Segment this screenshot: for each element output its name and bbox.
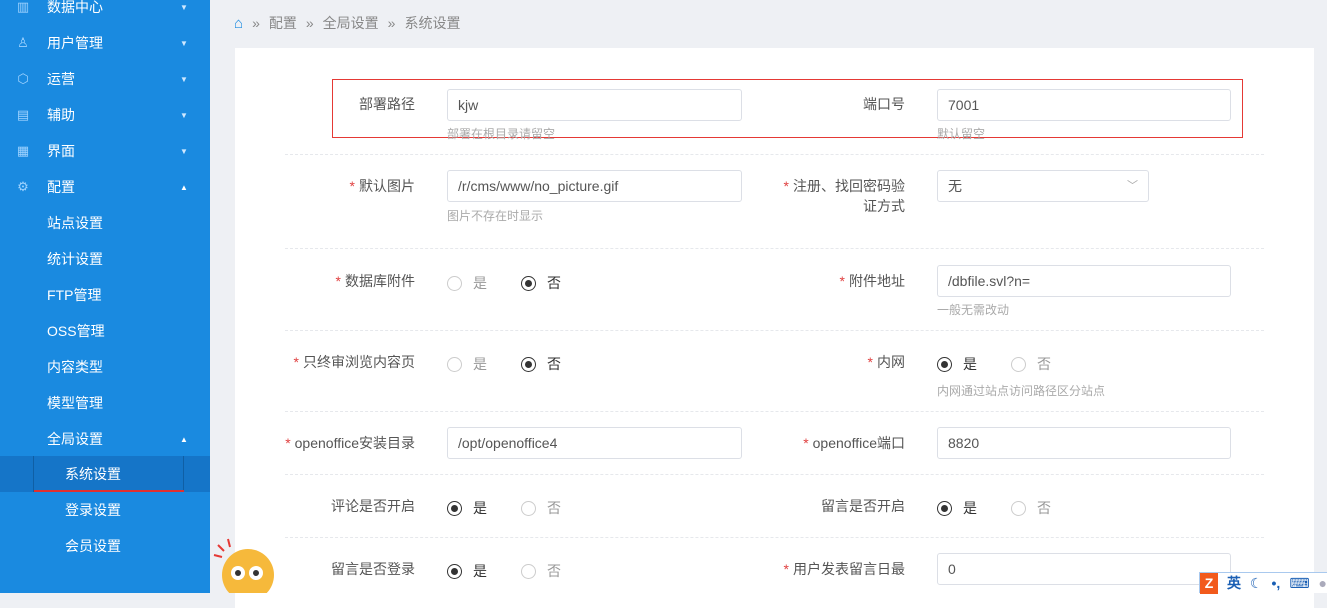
chevron-down-icon: ▼	[180, 110, 188, 120]
chart-icon: ▥	[16, 0, 30, 14]
breadcrumb-item: 系统设置	[404, 15, 461, 31]
attach-url-label: * 附件地址	[839, 273, 905, 289]
gear-icon: ⚙	[17, 179, 29, 194]
default-image-hint: 图片不存在时显示	[447, 209, 544, 223]
intranet-hint: 内网通过站点访问路径区分站点	[937, 384, 1106, 398]
final-review-no-radio[interactable]: 否	[521, 354, 561, 374]
chevron-double-right-icon: »	[305, 15, 314, 31]
chevron-double-right-icon: »	[387, 15, 396, 31]
comment-open-no-radio[interactable]: 否	[521, 498, 561, 518]
settings-form: 部署路径 kjw 部署在根目录请留空 端口号 7001 默认留空 * 默认图片 /…	[235, 48, 1314, 608]
msg-open-label: 留言是否开启	[821, 498, 905, 514]
breadcrumb-item[interactable]: 配置	[269, 13, 297, 33]
oo-port-label: * openoffice端口	[803, 435, 905, 451]
msg-daily-label: * 用户发表留言日最	[783, 561, 905, 577]
ime-mode[interactable]: 英	[1227, 573, 1241, 593]
sidebar-item-site-settings[interactable]: 站点设置	[0, 205, 210, 241]
sidebar-item-models[interactable]: 模型管理	[0, 385, 210, 421]
sidebar-item-system-settings[interactable]: 系统设置	[0, 456, 210, 492]
intranet-no-radio[interactable]: 否	[1011, 354, 1051, 374]
port-input[interactable]: 7001	[937, 89, 1231, 121]
sidebar-item-ftp[interactable]: FTP管理	[0, 277, 210, 313]
chevron-up-icon: ▲	[180, 434, 188, 444]
sidebar-item-operations[interactable]: ⬡ 运营 ▼	[0, 61, 210, 97]
attach-url-hint: 一般无需改动	[937, 303, 1010, 317]
sidebar-item-interface[interactable]: ▦ 界面 ▼	[0, 133, 210, 169]
chevron-double-right-icon: »	[252, 15, 260, 31]
chevron-up-icon: ▲	[180, 182, 188, 192]
port-label: 端口号	[863, 96, 905, 112]
chevron-down-icon: ▼	[180, 38, 188, 48]
breadcrumb-item[interactable]: 全局设置	[323, 13, 379, 33]
box-icon: ▤	[16, 107, 30, 122]
breadcrumb: ⌂ » 配置 » 全局设置 » 系统设置	[234, 13, 460, 33]
chevron-down-icon: ▼	[180, 2, 188, 12]
user-icon[interactable]: ●	[1319, 575, 1327, 591]
sidebar-item-data-center[interactable]: ▥ 数据中心 ▼	[0, 0, 210, 25]
moon-icon[interactable]: ☾	[1250, 575, 1263, 592]
scrollbar-track[interactable]	[1314, 0, 1327, 593]
sidebar-item-stats-settings[interactable]: 统计设置	[0, 241, 210, 277]
db-attach-no-radio[interactable]: 否	[521, 273, 561, 293]
sidebar-item-member-settings[interactable]: 会员设置	[0, 528, 210, 564]
default-image-label: * 默认图片	[349, 178, 415, 194]
sidebar-item-oss[interactable]: OSS管理	[0, 313, 210, 349]
db-attach-yes-radio[interactable]: 是	[447, 273, 487, 293]
sidebar-item-content-types[interactable]: 内容类型	[0, 349, 210, 385]
verify-method-select[interactable]: 无 ﹀	[937, 170, 1149, 202]
port-hint: 默认留空	[937, 127, 986, 141]
sidebar-item-login-settings[interactable]: 登录设置	[0, 492, 210, 528]
oo-dir-input[interactable]: /opt/openoffice4	[447, 427, 742, 459]
sidebar-item-global-settings[interactable]: 全局设置 ▲	[0, 421, 210, 457]
final-review-label: * 只终审浏览内容页	[293, 354, 415, 370]
shield-icon: ⬡	[17, 71, 29, 86]
oo-port-input[interactable]: 8820	[937, 427, 1231, 459]
chevron-down-icon: ▼	[180, 74, 188, 84]
attach-url-input[interactable]: /dbfile.svl?n=	[937, 265, 1231, 297]
comment-open-yes-radio[interactable]: 是	[447, 498, 487, 518]
deploy-path-hint: 部署在根目录请留空	[447, 127, 556, 141]
ime-toolbar[interactable]: Z 英 ☾ •, ⌨ ●	[1199, 572, 1327, 594]
sidebar: ▥ 数据中心 ▼ ♙ 用户管理 ▼ ⬡ 运营 ▼ ▤ 辅助 ▼ ▦ 界面 ▼ ⚙ 配置 ▲ 站点设置 统…	[0, 0, 210, 593]
msg-open-yes-radio[interactable]: 是	[937, 498, 977, 518]
sidebar-item-assist[interactable]: ▤ 辅助 ▼	[0, 97, 210, 133]
sidebar-item-users[interactable]: ♙ 用户管理 ▼	[0, 25, 210, 61]
layout-icon: ▦	[16, 143, 30, 158]
sidebar-item-config[interactable]: ⚙ 配置 ▲	[0, 169, 210, 205]
punctuation-icon[interactable]: •,	[1272, 575, 1281, 591]
comment-open-label: 评论是否开启	[331, 498, 415, 514]
chevron-down-icon: ﹀	[1127, 180, 1138, 192]
chevron-down-icon: ▼	[180, 146, 188, 156]
default-image-input[interactable]: /r/cms/www/no_picture.gif	[447, 170, 742, 202]
msg-login-no-radio[interactable]: 否	[521, 561, 561, 581]
user-icon: ♙	[17, 35, 29, 50]
verify-method-label: * 注册、找回密码验 证方式	[783, 178, 905, 214]
deploy-path-label: 部署路径	[359, 96, 415, 112]
ime-logo-icon: Z	[1200, 572, 1218, 594]
deploy-path-input[interactable]: kjw	[447, 89, 742, 121]
db-attach-label: * 数据库附件	[335, 273, 415, 289]
oo-dir-label: * openoffice安装目录	[285, 435, 415, 451]
intranet-label: * 内网	[867, 354, 905, 370]
final-review-yes-radio[interactable]: 是	[447, 354, 487, 374]
keyboard-icon[interactable]: ⌨	[1289, 575, 1309, 592]
msg-open-no-radio[interactable]: 否	[1011, 498, 1051, 518]
mascot-cat-icon	[213, 538, 274, 593]
msg-login-yes-radio[interactable]: 是	[447, 561, 487, 581]
home-icon[interactable]: ⌂	[234, 15, 243, 32]
intranet-yes-radio[interactable]: 是	[937, 354, 977, 374]
msg-daily-input[interactable]: 0	[937, 553, 1231, 585]
